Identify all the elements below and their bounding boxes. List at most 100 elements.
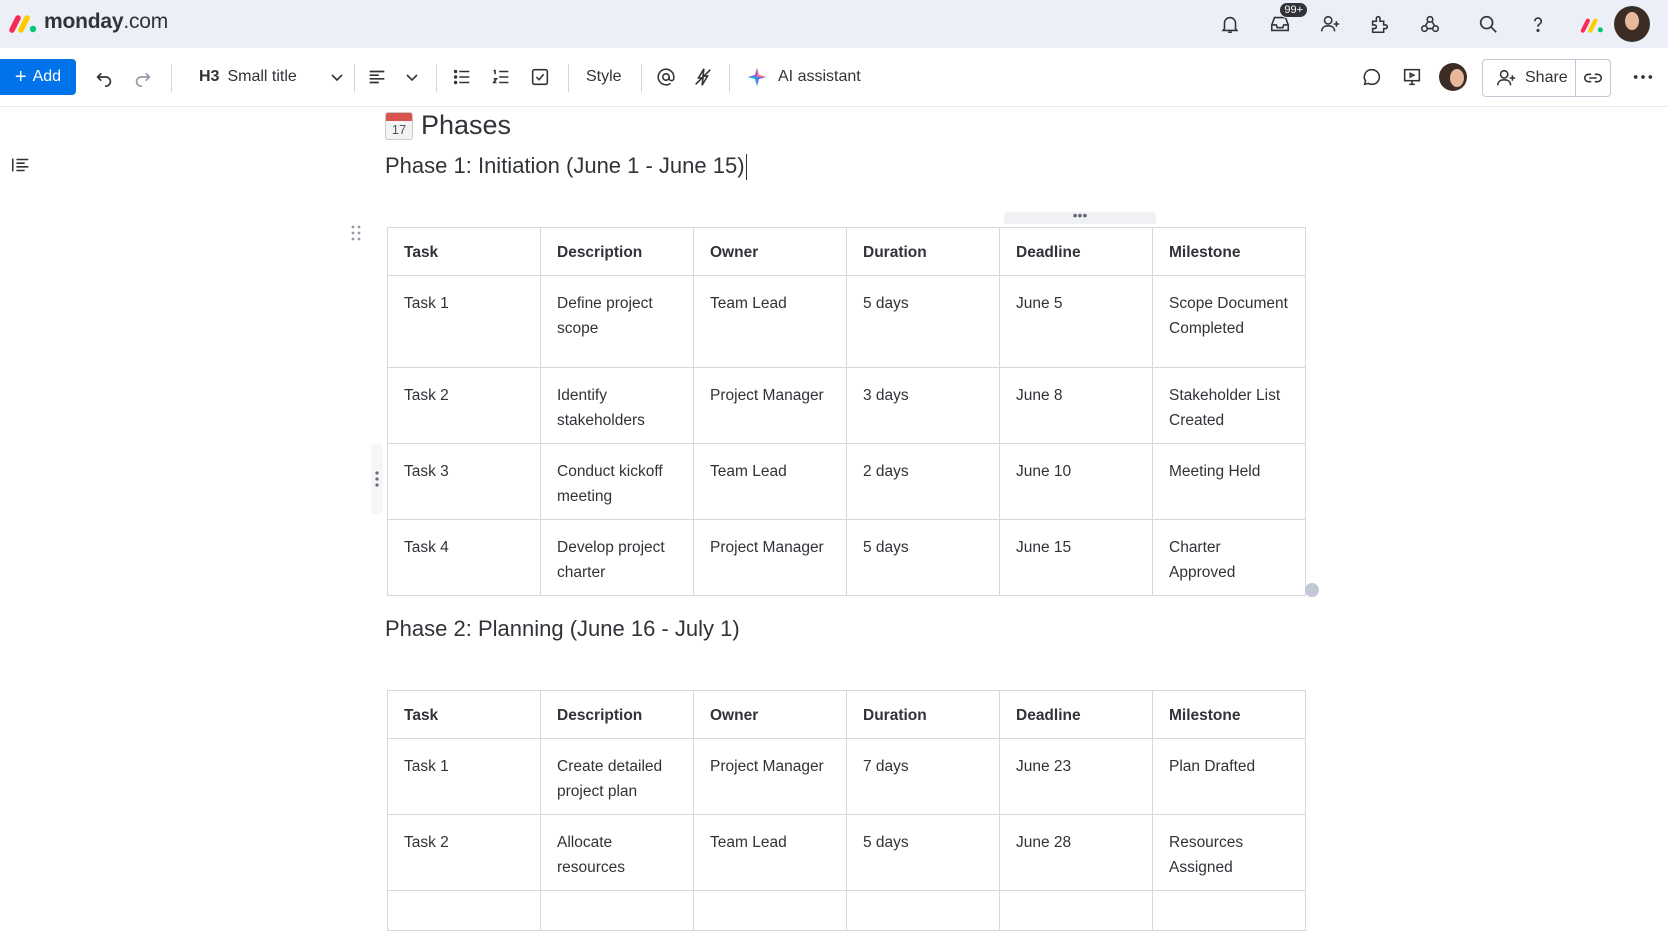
column-header[interactable]: Description (540, 227, 694, 276)
share-action[interactable]: Share (1483, 60, 1571, 96)
monday-logo[interactable]: monday.com (8, 10, 168, 34)
chevron-down-icon[interactable] (329, 59, 345, 95)
ai-assistant-button[interactable]: AI assistant (746, 59, 861, 95)
table-cell[interactable]: 5 days (846, 275, 1000, 368)
column-header[interactable]: Owner (693, 227, 847, 276)
table-cell[interactable] (540, 890, 694, 931)
numbered-list-icon[interactable] (490, 59, 512, 95)
row-handle[interactable] (371, 444, 383, 514)
user-avatar[interactable] (1614, 6, 1650, 42)
undo-icon[interactable] (93, 59, 115, 95)
table-cell[interactable]: Project Manager (693, 738, 847, 815)
copy-link-icon[interactable] (1576, 60, 1610, 96)
table-row: Task 3 Conduct kickoff meeting Team Lead 2 … (387, 443, 1306, 520)
column-header[interactable]: Milestone (1152, 227, 1306, 276)
add-button-label: Add (32, 68, 62, 85)
table-cell[interactable]: Team Lead (693, 275, 847, 368)
table-cell[interactable] (846, 890, 1000, 931)
column-header[interactable]: Deadline (999, 227, 1153, 276)
mention-icon[interactable] (655, 59, 677, 95)
table-cell[interactable]: Scope Document Completed (1152, 275, 1306, 368)
table-cell[interactable]: 5 days (846, 519, 1000, 596)
table-row: Task 1 Create detailed project plan Projec… (387, 738, 1306, 815)
outline-icon[interactable] (10, 154, 32, 181)
section-heading[interactable]: 17 Phases (385, 110, 511, 141)
table-cell[interactable]: Allocate resources (540, 814, 694, 891)
chevron-down-icon[interactable] (404, 59, 420, 95)
table-cell[interactable]: Team Lead (693, 814, 847, 891)
table-cell[interactable]: Charter Approved (1152, 519, 1306, 596)
checklist-icon[interactable] (529, 59, 551, 95)
integrations-icon[interactable] (1412, 6, 1448, 42)
table-cell[interactable]: Develop project charter (540, 519, 694, 596)
column-header[interactable]: Task (387, 227, 541, 276)
table-cell[interactable]: Project Manager (693, 519, 847, 596)
table-cell[interactable]: 2 days (846, 443, 1000, 520)
present-icon[interactable] (1401, 59, 1423, 95)
column-header[interactable]: Owner (693, 690, 847, 739)
table-cell[interactable]: Task 4 (387, 519, 541, 596)
monday-product-switcher-icon[interactable] (1574, 6, 1610, 42)
column-header[interactable]: Milestone (1152, 690, 1306, 739)
table-cell[interactable]: Stakeholder List Created (1152, 367, 1306, 444)
table-cell[interactable]: Task 1 (387, 275, 541, 368)
table-cell[interactable]: June 28 (999, 814, 1153, 891)
table-cell[interactable]: Plan Drafted (1152, 738, 1306, 815)
bell-icon[interactable] (1212, 6, 1248, 42)
table-cell[interactable]: 5 days (846, 814, 1000, 891)
collaborator-avatar[interactable] (1439, 59, 1467, 95)
inbox-icon[interactable]: 99+ (1262, 2, 1308, 42)
style-button[interactable]: Style (586, 59, 622, 95)
table-cell[interactable]: 7 days (846, 738, 1000, 815)
table-resize-handle[interactable] (1305, 583, 1319, 597)
table-cell[interactable]: Identify stakeholders (540, 367, 694, 444)
table-cell[interactable]: June 5 (999, 275, 1153, 368)
comment-icon[interactable] (1361, 59, 1383, 95)
redo-icon[interactable] (132, 59, 154, 95)
align-left-icon[interactable] (366, 59, 388, 95)
table-cell[interactable]: Task 3 (387, 443, 541, 520)
bulleted-list-icon[interactable] (451, 59, 473, 95)
apps-puzzle-icon[interactable] (1362, 6, 1398, 42)
column-header[interactable]: Duration (846, 227, 1000, 276)
table-cell[interactable]: Define project scope (540, 275, 694, 368)
add-button[interactable]: + Add (0, 59, 76, 95)
table-cell[interactable]: Task 1 (387, 738, 541, 815)
table-cell[interactable]: Meeting Held (1152, 443, 1306, 520)
column-header[interactable]: Task (387, 690, 541, 739)
table-cell[interactable]: Task 2 (387, 367, 541, 444)
column-handle[interactable]: ••• (1004, 208, 1156, 224)
search-icon[interactable] (1470, 6, 1506, 42)
table-row: Task 2 Identify stakeholders Project Manag… (387, 367, 1306, 444)
column-header[interactable]: Duration (846, 690, 1000, 739)
column-header[interactable]: Deadline (999, 690, 1153, 739)
ai-sparkle-icon (747, 67, 767, 87)
table-cell[interactable] (693, 890, 847, 931)
magic-format-icon[interactable] (692, 59, 714, 95)
table-cell[interactable]: June 15 (999, 519, 1153, 596)
table-cell[interactable]: 3 days (846, 367, 1000, 444)
column-header[interactable]: Description (540, 690, 694, 739)
help-icon[interactable] (1520, 6, 1556, 42)
table-cell[interactable]: Task 2 (387, 814, 541, 891)
table-cell[interactable]: Conduct kickoff meeting (540, 443, 694, 520)
heading-style-dropdown[interactable]: H3 Small title (199, 59, 297, 95)
toolbar-divider (641, 64, 642, 92)
table-header-row: Task Description Owner Duration Deadline Mile… (387, 227, 1306, 276)
table-cell[interactable] (1152, 890, 1306, 931)
table-cell[interactable]: Team Lead (693, 443, 847, 520)
table-cell[interactable]: June 8 (999, 367, 1153, 444)
table-cell[interactable]: June 23 (999, 738, 1153, 815)
table-cell[interactable] (999, 890, 1153, 931)
invite-members-icon[interactable] (1312, 6, 1348, 42)
phase-1-heading[interactable]: Phase 1: Initiation (June 1 - June 15) (385, 153, 748, 181)
more-options-icon[interactable] (1631, 59, 1655, 95)
table-cell[interactable]: June 10 (999, 443, 1153, 520)
table-cell[interactable]: Project Manager (693, 367, 847, 444)
phase-2-heading[interactable]: Phase 2: Planning (June 16 - July 1) (385, 616, 740, 642)
table-cell[interactable] (387, 890, 541, 931)
table-cell[interactable]: Create detailed project plan (540, 738, 694, 815)
block-drag-handle-icon[interactable] (350, 224, 362, 247)
toolbar-divider (171, 64, 172, 92)
table-cell[interactable]: Resources Assigned (1152, 814, 1306, 891)
